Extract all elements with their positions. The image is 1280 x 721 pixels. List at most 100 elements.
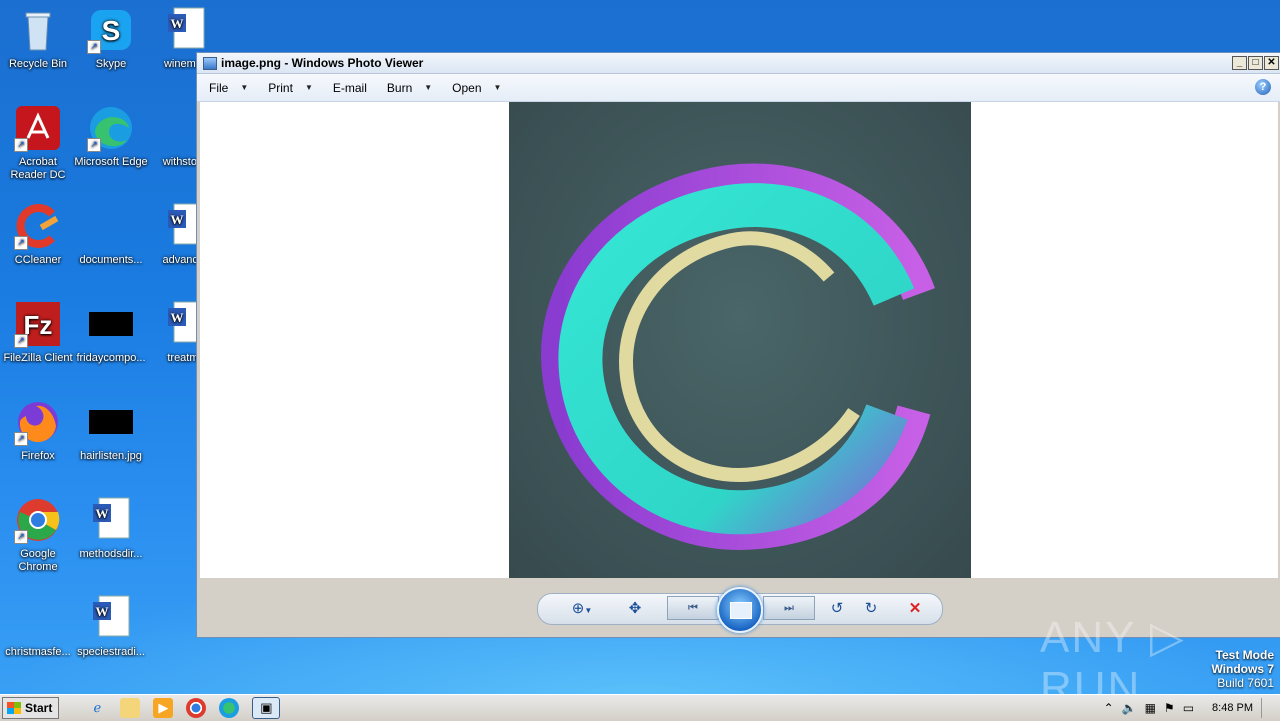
- svg-text:W: W: [171, 310, 184, 325]
- window-titlebar[interactable]: image.png - Windows Photo Viewer _ □ ✕: [197, 53, 1280, 74]
- next-icon: ⏭: [784, 602, 794, 614]
- firefox-icon: ↗: [14, 398, 62, 446]
- desktop-icon-label: Recycle Bin: [8, 58, 68, 70]
- edge-icon: ↗: [87, 104, 135, 152]
- desktop-icon-label: CCleaner: [14, 254, 62, 266]
- slideshow-icon: [730, 602, 752, 619]
- shortcut-arrow-icon: ↗: [14, 530, 28, 544]
- desktop-icon-label: hairlisten.jpg: [80, 450, 142, 462]
- menu-email[interactable]: E-mail: [321, 81, 375, 95]
- skype-icon: S ↗: [87, 6, 135, 54]
- desktop-icon-speciestradi[interactable]: W speciestradi...: [73, 594, 149, 659]
- volume-icon[interactable]: 🔈: [1122, 701, 1137, 715]
- svg-text:W: W: [171, 16, 184, 31]
- desktop-icon-chrome[interactable]: ↗ Google Chrome: [0, 496, 76, 574]
- taskbar-edge-icon[interactable]: [219, 698, 240, 718]
- desktop-icon-firefox[interactable]: ↗ Firefox: [0, 398, 76, 463]
- taskbar-media-player-icon[interactable]: ▶: [153, 698, 174, 718]
- minimize-button[interactable]: _: [1232, 56, 1247, 70]
- shortcut-arrow-icon: ↗: [87, 40, 101, 54]
- caption-buttons: _ □ ✕: [1232, 56, 1279, 70]
- previous-button[interactable]: ⏮: [667, 596, 719, 620]
- shortcut-arrow-icon: ↗: [14, 432, 28, 446]
- shortcut-arrow-icon: ↗: [14, 138, 28, 152]
- black-image-icon: [87, 398, 135, 446]
- desktop-icon-label: christmasfe...: [5, 646, 71, 658]
- desktop-icon-filezilla[interactable]: Fz ↗ FileZilla Client: [0, 300, 76, 365]
- displayed-image: [509, 102, 971, 578]
- desktop-icon-methodsdir[interactable]: W methodsdir...: [73, 496, 149, 561]
- chrome-icon: ↗: [14, 496, 62, 544]
- rotate-clockwise-button[interactable]: ↻: [859, 599, 883, 619]
- zoom-button[interactable]: ⊕▼: [565, 599, 599, 619]
- maximize-button[interactable]: □: [1248, 56, 1263, 70]
- start-button[interactable]: Start: [2, 697, 60, 719]
- test-mode-label: Test Mode: [1215, 648, 1274, 662]
- rotate-counterclockwise-button[interactable]: ↺: [825, 599, 849, 619]
- dropdown-arrow-icon: ▼: [584, 606, 593, 615]
- desktop-icon-recycle-bin[interactable]: Recycle Bin: [0, 6, 76, 71]
- system-tray: ⌃ 🔈 ▦ ⚑ ▭ 8:48 PM: [1104, 698, 1280, 718]
- desktop-icon-label: Skype: [95, 58, 127, 70]
- os-label: Windows 7: [1211, 662, 1274, 676]
- menu-open[interactable]: Open ▼: [440, 81, 509, 95]
- delete-button[interactable]: ✕: [903, 599, 927, 619]
- fit-to-window-icon: ✥: [628, 600, 642, 617]
- photo-viewer-app-icon: [203, 56, 217, 70]
- word-doc-icon: W: [87, 594, 135, 642]
- menu-open-label: Open: [452, 80, 482, 95]
- menu-print-label: Print: [268, 80, 293, 95]
- actual-size-button[interactable]: ✥: [623, 599, 647, 619]
- next-button[interactable]: ⏭: [763, 596, 815, 620]
- desktop-icon-label: fridaycompo...: [76, 352, 146, 364]
- image-viewport: [200, 102, 1278, 578]
- recycle-bin-icon: [14, 6, 62, 54]
- menu-burn-label: Burn: [386, 80, 413, 95]
- desktop-icon-documents[interactable]: documents...: [73, 202, 149, 267]
- desktop-icon-hairlisten[interactable]: hairlisten.jpg: [73, 398, 149, 463]
- photo-viewer-window: image.png - Windows Photo Viewer _ □ ✕ F…: [196, 52, 1280, 638]
- desktop-icon-label: Acrobat Reader DC: [10, 156, 66, 181]
- help-icon[interactable]: ?: [1255, 79, 1271, 95]
- blank-file-icon: [14, 594, 62, 642]
- slideshow-button[interactable]: [717, 587, 763, 633]
- dropdown-arrow-icon: ▼: [493, 83, 502, 92]
- clock[interactable]: 8:48 PM: [1212, 702, 1253, 714]
- desktop-icon-fridaycompo[interactable]: fridaycompo...: [73, 300, 149, 365]
- taskbar-chrome-icon[interactable]: [186, 698, 207, 718]
- build-label: Build 7601: [1217, 676, 1274, 690]
- action-center-flag-icon[interactable]: ⚑: [1164, 701, 1175, 715]
- menu-email-label: E-mail: [332, 80, 367, 95]
- network-icon[interactable]: ▦: [1145, 701, 1156, 715]
- word-doc-icon: W: [162, 6, 210, 54]
- zoom-icon: ⊕: [571, 600, 585, 617]
- menu-file[interactable]: File ▼: [197, 81, 256, 95]
- desktop-icon-ccleaner[interactable]: ↗ CCleaner: [0, 202, 76, 267]
- filezilla-icon: Fz ↗: [14, 300, 62, 348]
- menu-file-label: File: [209, 80, 229, 95]
- desktop-icon-acrobat[interactable]: ↗ Acrobat Reader DC: [0, 104, 76, 182]
- rotate-left-icon: ↺: [830, 600, 844, 617]
- desktop-icon-christmasfe[interactable]: christmasfe...: [0, 594, 76, 659]
- desktop-icon-edge[interactable]: ↗ Microsoft Edge: [73, 104, 149, 169]
- menu-bar: File ▼ Print ▼ E-mail Burn ▼ Open ▼ ?: [197, 74, 1280, 102]
- desktop-icon-skype[interactable]: S ↗ Skype: [73, 6, 149, 71]
- dropdown-arrow-icon: ▼: [424, 83, 433, 92]
- start-label: Start: [25, 701, 53, 715]
- taskbar: Start ℯ ▶ ▣ ⌃ 🔈 ▦ ⚑ ▭ 8:48 PM: [0, 694, 1280, 721]
- ccleaner-icon: ↗: [14, 202, 62, 250]
- taskbar-photo-viewer-icon[interactable]: ▣: [252, 697, 281, 719]
- menu-print[interactable]: Print ▼: [256, 81, 321, 95]
- taskbar-ie-icon[interactable]: ℯ: [87, 698, 107, 718]
- desktop-icon-label: documents...: [79, 254, 143, 266]
- screen-icon[interactable]: ▭: [1183, 701, 1194, 715]
- show-hidden-icons-icon[interactable]: ⌃: [1104, 701, 1114, 715]
- logo-c-graphic: [541, 163, 935, 550]
- menu-burn[interactable]: Burn ▼: [375, 81, 440, 95]
- show-desktop-button[interactable]: [1261, 698, 1272, 718]
- delete-icon: ✕: [908, 600, 922, 617]
- svg-text:W: W: [96, 604, 109, 619]
- desktop-icon-label: speciestradi...: [77, 646, 145, 658]
- taskbar-explorer-icon[interactable]: [120, 698, 141, 718]
- close-button[interactable]: ✕: [1264, 56, 1279, 70]
